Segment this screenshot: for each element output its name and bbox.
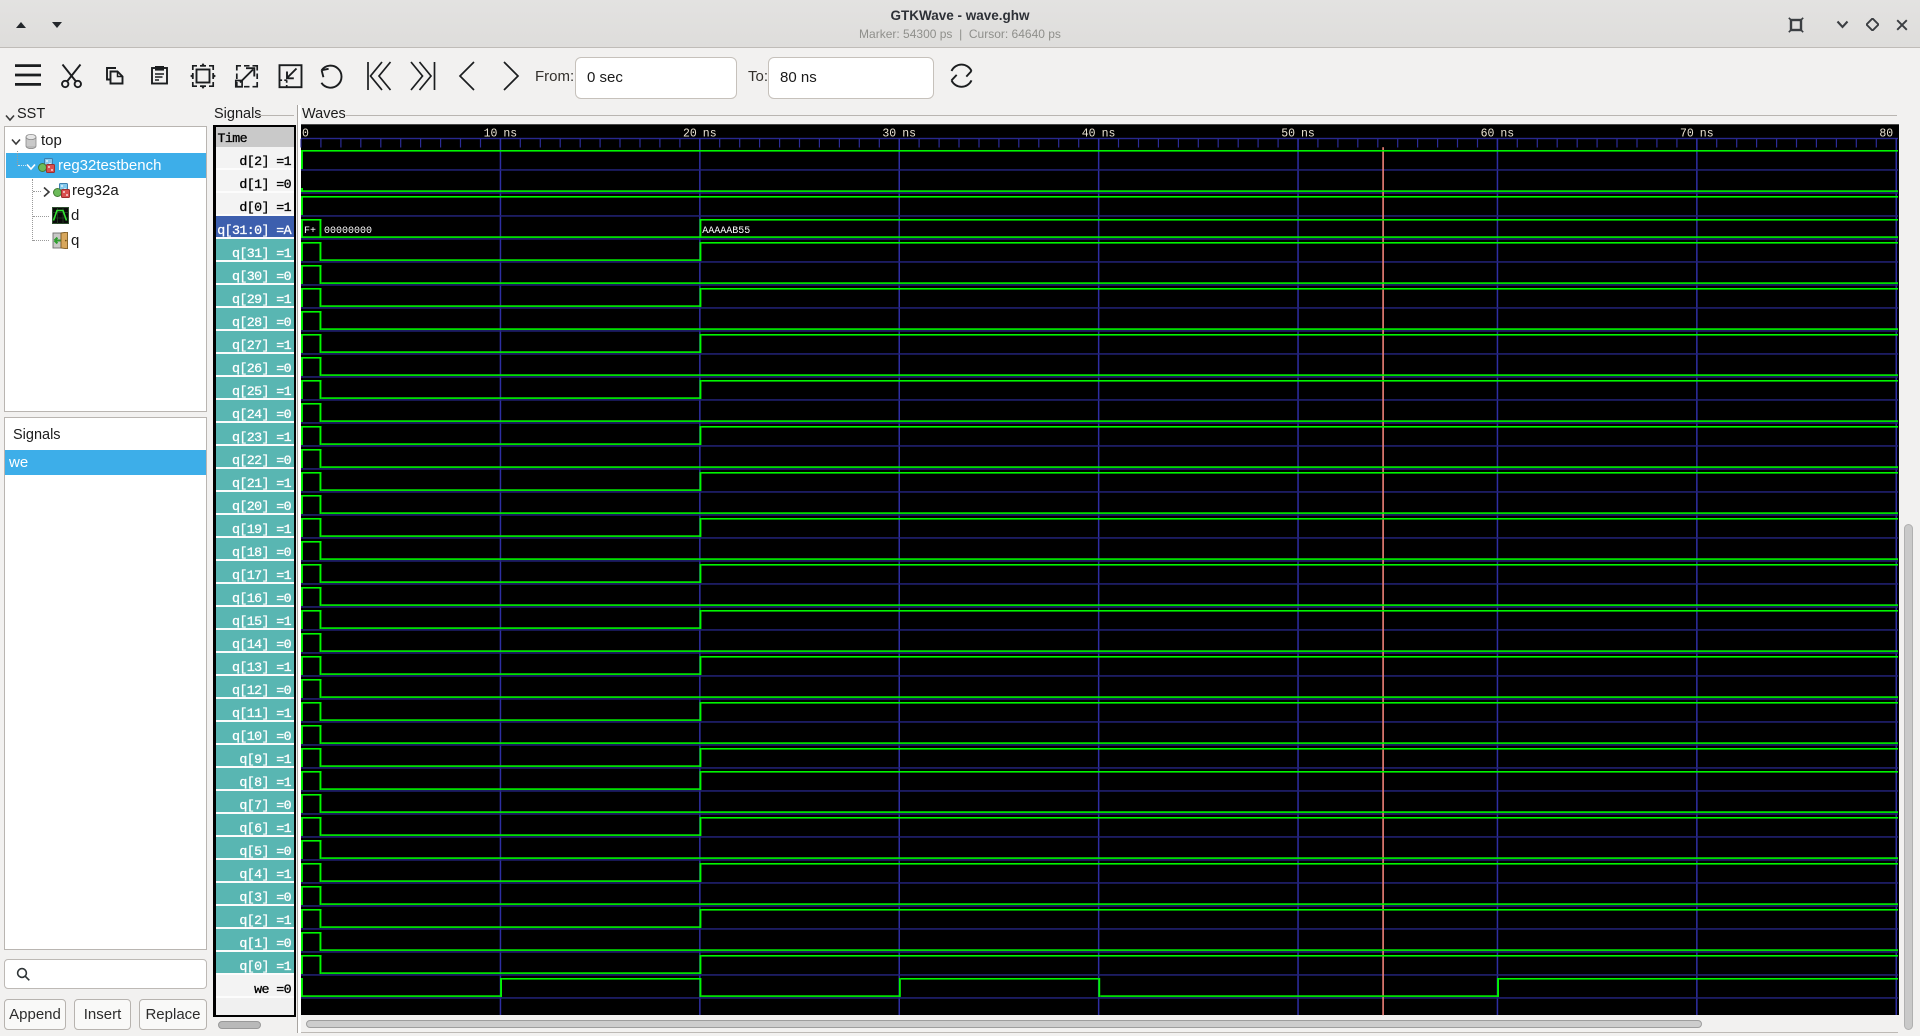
svg-text:50: 50 bbox=[1281, 127, 1295, 140]
svg-text:ns: ns bbox=[902, 127, 916, 140]
svg-text:70: 70 bbox=[1680, 127, 1694, 140]
svg-text:30: 30 bbox=[882, 127, 896, 140]
svg-text:ns: ns bbox=[1500, 127, 1514, 140]
svg-text:60: 60 bbox=[1481, 127, 1495, 140]
svg-text:AAAAAB55: AAAAAB55 bbox=[702, 226, 750, 237]
svg-text:ns: ns bbox=[1899, 127, 1913, 140]
svg-text:0: 0 bbox=[302, 127, 309, 140]
svg-text:ns: ns bbox=[1301, 127, 1315, 140]
svg-text:ns: ns bbox=[1700, 127, 1714, 140]
svg-text:F+: F+ bbox=[304, 226, 316, 237]
svg-text:ns: ns bbox=[503, 127, 517, 140]
svg-text:ns: ns bbox=[703, 127, 717, 140]
svg-text:00000000: 00000000 bbox=[324, 226, 372, 237]
svg-text:40: 40 bbox=[1082, 127, 1096, 140]
svg-text:10: 10 bbox=[484, 127, 498, 140]
svg-text:ns: ns bbox=[1102, 127, 1116, 140]
svg-text:80: 80 bbox=[1879, 127, 1893, 140]
svg-text:20: 20 bbox=[683, 127, 697, 140]
